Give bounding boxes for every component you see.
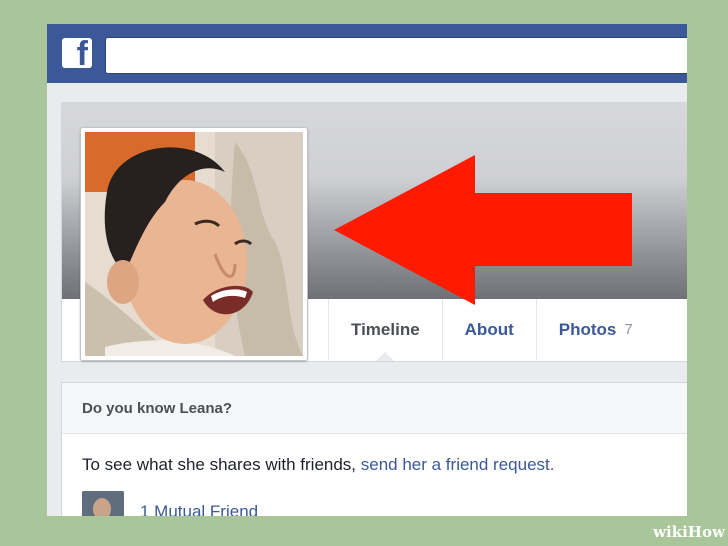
- photos-count: 7: [624, 321, 633, 338]
- profile-photo-image: [85, 132, 303, 356]
- search-input[interactable]: [105, 37, 687, 74]
- mutual-friends-row: 1 Mutual Friend: [82, 491, 258, 516]
- browser-window: f Timeline About Photos 7 Do you know Le…: [47, 24, 687, 516]
- logo-letter: f: [76, 38, 88, 68]
- tab-about[interactable]: About: [441, 299, 536, 360]
- friend-suggestion-text: To see what she shares with friends, sen…: [82, 455, 554, 475]
- profile-picture[interactable]: [80, 127, 308, 361]
- tab-timeline-label: Timeline: [351, 319, 420, 339]
- profile-header-card: Timeline About Photos 7: [61, 102, 687, 362]
- tab-photos-label: Photos: [558, 319, 617, 339]
- friend-suggestion-title: Do you know Leana?: [62, 383, 687, 434]
- tab-timeline[interactable]: Timeline: [328, 299, 442, 361]
- send-friend-request-link[interactable]: send her a friend request.: [361, 455, 555, 474]
- tab-about-label: About: [464, 319, 514, 339]
- watermark-how: How: [687, 523, 725, 541]
- facebook-top-bar: f: [47, 24, 687, 83]
- friend-suggestion-card: Do you know Leana? To see what she share…: [61, 382, 687, 516]
- tab-photos[interactable]: Photos 7: [535, 299, 655, 360]
- red-arrow-annotation-icon: [334, 155, 632, 305]
- profile-tabs: Timeline About Photos 7: [328, 299, 655, 361]
- facebook-logo-icon[interactable]: f: [62, 38, 92, 68]
- mutual-friend-photo-image: [82, 491, 124, 516]
- watermark-wiki: wiki: [653, 523, 688, 541]
- mutual-friends-link[interactable]: 1 Mutual Friend: [140, 502, 258, 516]
- mutual-friend-avatar[interactable]: [82, 491, 124, 516]
- friend-suggestion-body: To see what she shares with friends,: [82, 455, 361, 474]
- wikihow-watermark: wiki How: [650, 518, 728, 546]
